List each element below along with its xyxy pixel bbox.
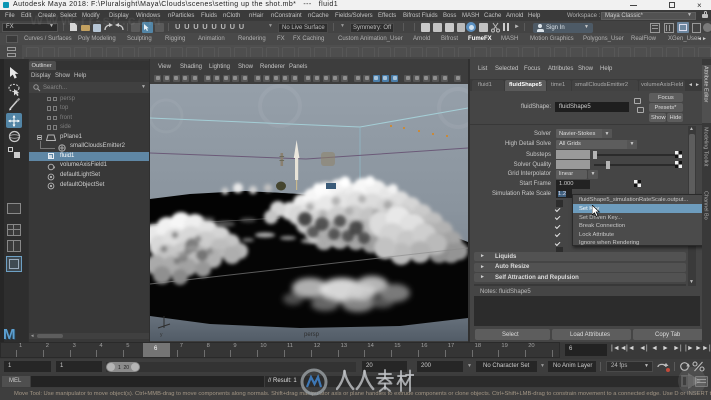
svg-text:persp: persp — [304, 332, 320, 338]
